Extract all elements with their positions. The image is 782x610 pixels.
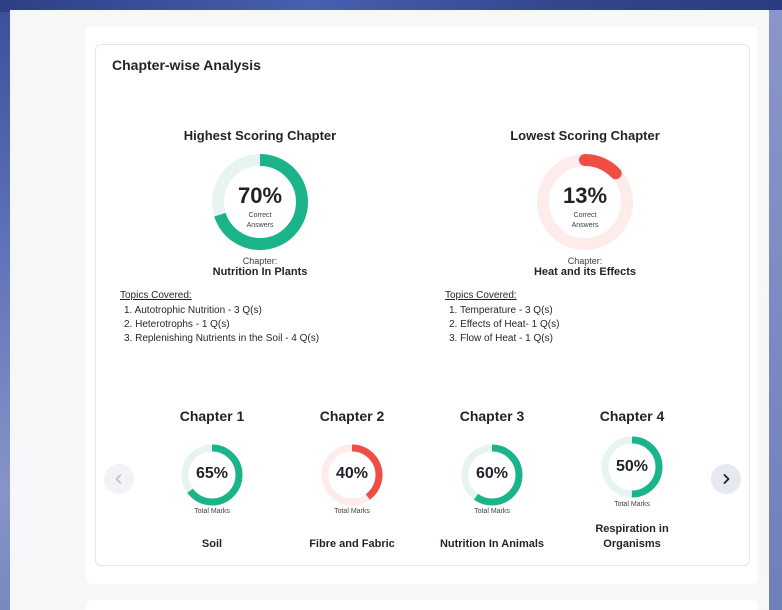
- lowest-chapter-name: Heat and its Effects: [533, 266, 637, 278]
- topic-item: 3. Flow of Heat - 1 Q(s): [449, 333, 553, 344]
- highest-topics-heading: Topics Covered:: [120, 290, 192, 301]
- chapter-1-percent: 65%: [195, 465, 229, 482]
- chapter-2-sub-label: Total Marks: [334, 508, 370, 515]
- chapter-4-sub-label: Total Marks: [614, 501, 650, 508]
- highest-chapter-caption: Chapter:: [242, 256, 278, 266]
- chapter-2-percent: 40%: [335, 465, 369, 482]
- highest-score-label-line1: Correct: [248, 212, 272, 219]
- chapter-card-title: Chapter 4: [599, 408, 665, 424]
- chapter-4-name-line2: Organisms: [603, 538, 661, 550]
- chapter-card-title: Chapter 2: [319, 408, 385, 424]
- section-title: Chapter-wise Analysis: [112, 57, 261, 73]
- chevron-left-icon: [115, 474, 122, 484]
- highest-score-percent: 70%: [237, 183, 283, 208]
- highest-chapter-name: Nutrition In Plants: [212, 266, 308, 278]
- next-card: [86, 600, 758, 610]
- lowest-chapter-caption: Chapter:: [567, 256, 603, 266]
- lowest-topics-list: 1. Temperature - 3 Q(s) 2. Effects of He…: [449, 304, 559, 346]
- topic-item: 3. Replenishing Nutrients in the Soil - …: [124, 333, 320, 344]
- chapter-1-name: Soil: [201, 538, 223, 550]
- chapter-4-name-line1: Respiration in: [595, 523, 669, 535]
- highest-topics-list: 1. Autotrophic Nutrition - 3 Q(s) 2. Het…: [124, 304, 319, 346]
- lowest-topics-heading: Topics Covered:: [445, 290, 517, 301]
- lowest-scoring-heading: Lowest Scoring Chapter: [510, 128, 660, 143]
- chapter-card-title: Chapter 1: [179, 408, 245, 424]
- right-background: [769, 10, 782, 610]
- chapter-1-sub-label: Total Marks: [194, 508, 230, 515]
- chapter-3-sub-label: Total Marks: [474, 508, 510, 515]
- left-sidebar: [10, 10, 74, 610]
- topic-item: 1. Autotrophic Nutrition - 3 Q(s): [124, 305, 262, 316]
- chapter-3-name: Nutrition In Animals: [439, 538, 545, 550]
- chapter-4-percent: 50%: [615, 458, 649, 475]
- chapter-2-name: Fibre and Fabric: [309, 538, 395, 550]
- topic-item: 2. Heterotrophs - 1 Q(s): [124, 319, 230, 330]
- carousel-next-button[interactable]: [711, 464, 741, 494]
- lowest-score-label-line1: Correct: [573, 212, 597, 219]
- topic-item: 1. Temperature - 3 Q(s): [449, 305, 553, 316]
- lowest-score-label-line2: Answers: [571, 222, 599, 229]
- lowest-score-percent: 13%: [562, 183, 608, 208]
- chapter-3-percent: 60%: [475, 465, 509, 482]
- chapter-card-title: Chapter 3: [459, 408, 525, 424]
- highest-scoring-heading: Highest Scoring Chapter: [183, 128, 337, 143]
- chevron-right-icon: [723, 474, 730, 484]
- topic-item: 2. Effects of Heat- 1 Q(s): [449, 319, 560, 330]
- highest-score-label-line2: Answers: [246, 222, 274, 229]
- carousel-prev-button[interactable]: [104, 464, 134, 494]
